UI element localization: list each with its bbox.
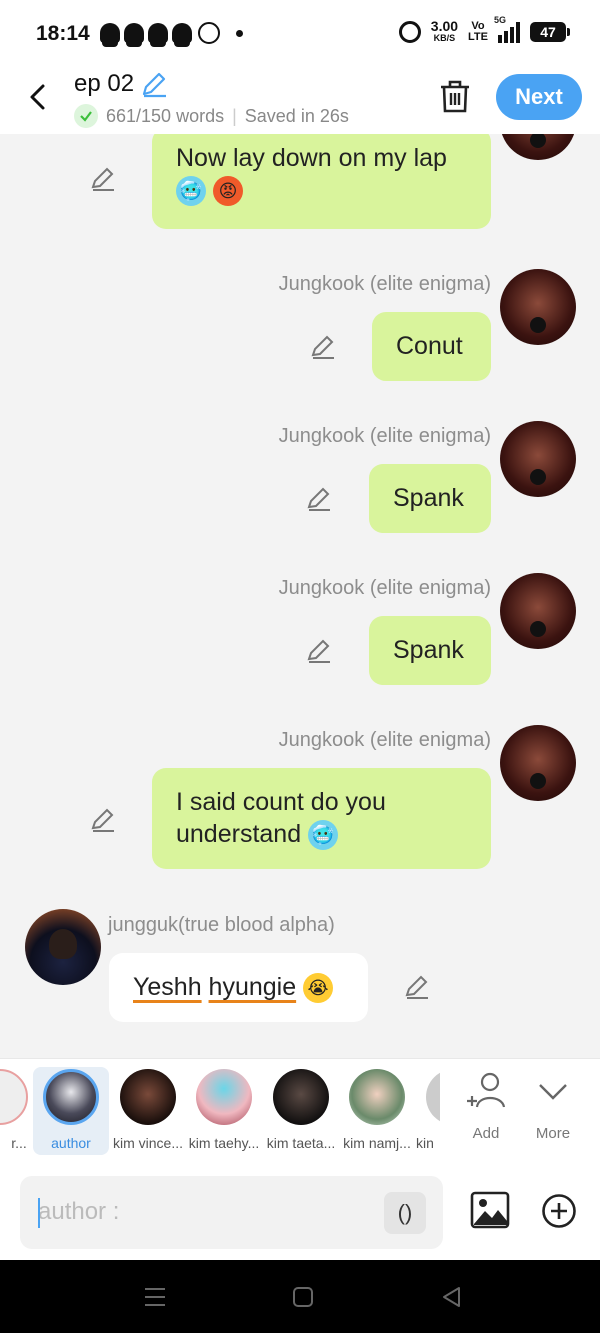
action-parentheses-button[interactable]: () <box>384 1192 426 1234</box>
add-character-button[interactable]: Add <box>456 1071 516 1142</box>
message-bubble[interactable]: Now lay down on my lap 🥶 😡 <box>152 134 491 229</box>
saved-status: Saved in 26s <box>244 105 349 126</box>
alarm-icon <box>398 21 421 43</box>
composer-bar: () <box>0 1165 600 1260</box>
angry-face-emoji: 😡 <box>212 176 243 207</box>
word-count: 661/150 words <box>106 105 225 126</box>
add-icon[interactable] <box>541 1193 577 1229</box>
character-item[interactable]: kin <box>410 1067 440 1151</box>
message-text: Conut <box>396 332 463 360</box>
signal-icon: 5G <box>494 15 520 43</box>
sender-name: Jungkook (elite enigma) <box>278 273 491 295</box>
message-bubble[interactable]: Spank <box>369 464 491 533</box>
message-text: Yeshh <box>133 973 202 1001</box>
character-label: kim namj... <box>343 1135 411 1151</box>
character-item[interactable]: kim taeta... <box>263 1067 339 1151</box>
more-label: More <box>535 1125 571 1142</box>
episode-title[interactable]: ep 02 <box>74 70 168 98</box>
notification-icons <box>100 22 243 47</box>
message-text: Spank <box>393 636 464 664</box>
avatar[interactable] <box>500 725 576 801</box>
message-input[interactable] <box>20 1176 360 1248</box>
text-caret <box>38 1198 40 1228</box>
chevron-down-icon <box>539 1084 567 1100</box>
snapchat-icon <box>172 23 192 47</box>
more-notifications-icon <box>236 29 243 37</box>
status-time: 18:14 <box>36 22 90 45</box>
character-label: author <box>51 1135 91 1151</box>
message-text: hyungie <box>208 973 297 1001</box>
status-bar: 18:14 3.00 KB/S Vo LTE 5G 47 <box>0 0 600 68</box>
message-input-container[interactable]: () <box>20 1176 443 1249</box>
net-speed: 3.00 KB/S <box>430 18 459 43</box>
edit-message-icon[interactable] <box>404 974 430 1000</box>
character-label: kim taeta... <box>266 1135 336 1151</box>
sender-name: jungguk(true blood alpha) <box>108 914 335 936</box>
home-icon[interactable] <box>292 1286 314 1308</box>
snapchat-icon <box>148 23 168 47</box>
message-bubble[interactable]: I said count do you understand 🥶 <box>152 768 491 869</box>
edit-message-icon[interactable] <box>90 807 116 833</box>
sender-name: Jungkook (elite enigma) <box>278 729 491 751</box>
character-label: kim vince... <box>112 1135 183 1151</box>
back-arrow-icon[interactable] <box>24 82 54 112</box>
trash-icon[interactable] <box>438 78 472 114</box>
add-user-icon <box>467 1072 506 1108</box>
volte-icon: Vo LTE <box>468 20 488 43</box>
avatar[interactable] <box>25 909 101 985</box>
character-label: kim taehy... <box>188 1135 260 1151</box>
system-nav-bar <box>0 1260 600 1333</box>
sender-name: Jungkook (elite enigma) <box>278 425 491 447</box>
episode-status: 661/150 words | Saved in 26s <box>74 104 349 128</box>
avatar[interactable] <box>500 134 576 160</box>
message-bubble[interactable]: Spank <box>369 616 491 685</box>
avatar[interactable] <box>500 421 576 497</box>
editor-header: ep 02 661/150 words | Saved in 26s Next <box>0 68 600 134</box>
cold-face-emoji: 🥶 <box>176 176 206 207</box>
whatsapp-icon <box>198 22 220 44</box>
character-item[interactable]: kim namj... <box>339 1067 415 1151</box>
check-icon <box>74 104 98 128</box>
message-text: Now lay down on my lap <box>176 144 447 172</box>
add-label: Add <box>472 1125 500 1142</box>
avatar[interactable] <box>500 573 576 649</box>
character-item-author[interactable]: author <box>33 1067 109 1155</box>
status-right: 3.00 KB/S Vo LTE 5G 47 <box>398 15 570 44</box>
character-item[interactable]: kim taehy... <box>186 1067 262 1151</box>
edit-message-icon[interactable] <box>306 486 332 512</box>
edit-title-icon[interactable] <box>140 70 168 98</box>
image-icon[interactable] <box>470 1191 510 1229</box>
message-text: I said count do you <box>176 788 386 816</box>
character-item[interactable]: kim vince... <box>110 1067 186 1151</box>
character-picker: r... author kim vince... kim taehy... ki… <box>0 1058 600 1165</box>
avatar[interactable] <box>500 269 576 345</box>
next-button[interactable]: Next <box>496 74 582 120</box>
edit-message-icon[interactable] <box>310 334 336 360</box>
back-icon[interactable] <box>440 1285 462 1309</box>
snapchat-icon <box>124 23 144 47</box>
more-characters-button[interactable]: More <box>523 1071 583 1142</box>
message-bubble[interactable]: Conut <box>372 312 491 381</box>
message-bubble[interactable]: Yeshh hyungie 😭 <box>109 953 368 1022</box>
menu-icon[interactable] <box>143 1286 167 1308</box>
edit-message-icon[interactable] <box>90 166 116 192</box>
sender-name: Jungkook (elite enigma) <box>278 577 491 599</box>
edit-message-icon[interactable] <box>306 638 332 664</box>
crying-face-emoji: 😭 <box>303 973 334 1004</box>
message-text: Spank <box>393 484 464 512</box>
snapchat-icon <box>100 23 120 47</box>
chat-area[interactable]: Now lay down on my lap 🥶 😡 Jungkook (eli… <box>0 134 600 1058</box>
battery-icon: 47 <box>530 22 570 42</box>
episode-title-text: ep 02 <box>74 70 135 97</box>
message-text: understand <box>176 820 302 848</box>
cold-face-emoji: 🥶 <box>308 820 339 851</box>
